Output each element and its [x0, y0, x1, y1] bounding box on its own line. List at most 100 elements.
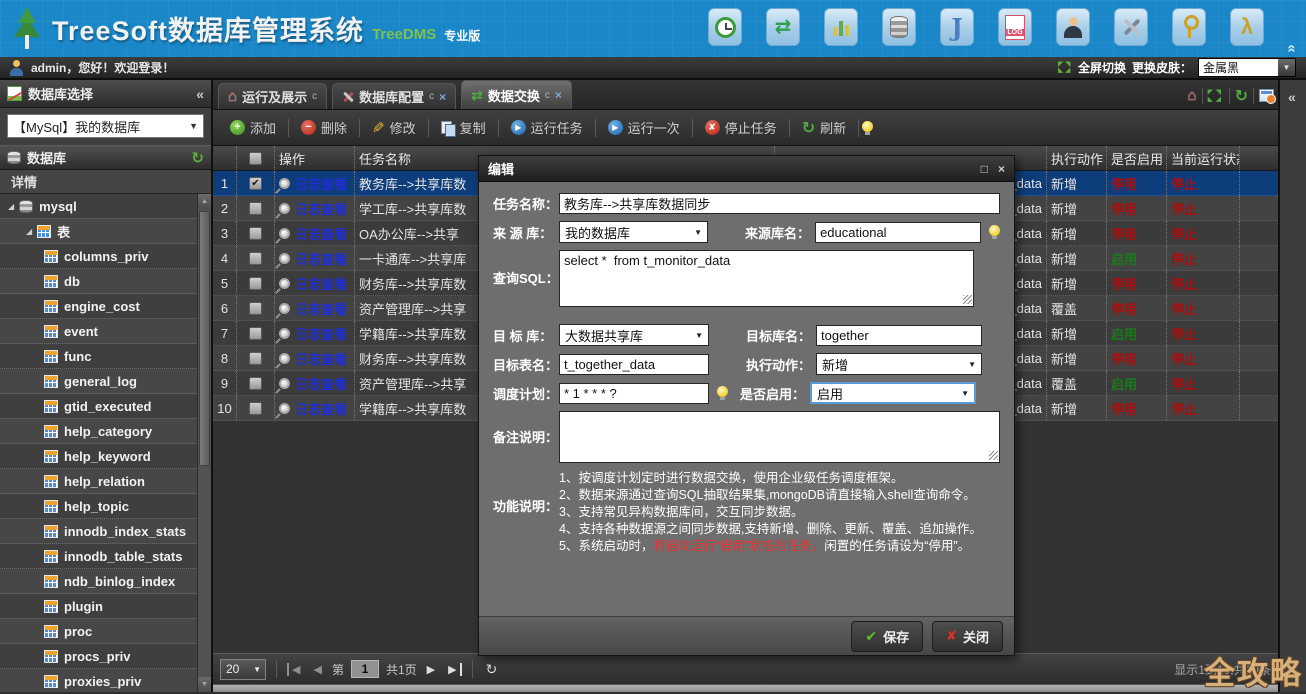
first-page-icon[interactable]: ◀ — [287, 663, 303, 676]
row-checkbox-cell[interactable] — [237, 246, 275, 270]
checkbox-icon[interactable] — [249, 227, 262, 240]
scrollbar-thumb[interactable] — [199, 211, 210, 466]
scroll-down-icon[interactable]: ▼ — [198, 677, 211, 692]
magnifier-icon[interactable] — [279, 403, 290, 414]
checkbox-icon[interactable] — [249, 252, 262, 265]
tab-menu-icon[interactable] — [1259, 89, 1274, 102]
minimize-icon[interactable]: □ — [981, 162, 988, 176]
header-enabled[interactable]: 是否启用 — [1107, 146, 1167, 170]
source-db-select[interactable]: 我的数据库 ▼ — [559, 221, 708, 243]
checkbox-icon[interactable] — [249, 377, 262, 390]
magnifier-icon[interactable] — [279, 328, 290, 339]
tree-node-innodb_index_stats[interactable]: innodb_index_stats — [0, 519, 197, 544]
fullscreen-icon[interactable]: ◤◥◣◢ — [1058, 62, 1072, 74]
toolbar-添加-button[interactable]: +添加 — [221, 114, 285, 141]
tree-node-innodb_table_stats[interactable]: innodb_table_stats — [0, 544, 197, 569]
page-size-select[interactable]: 20 ▼ — [220, 659, 266, 680]
row-checkbox-cell[interactable] — [237, 296, 275, 320]
data-exchange-icon[interactable]: ⇄ — [766, 8, 800, 46]
tree-node-help_relation[interactable]: help_relation — [0, 469, 197, 494]
hint-bulb-icon[interactable] — [989, 225, 1000, 239]
log-view-link[interactable]: 日志查看 — [295, 399, 347, 418]
tree-node-func[interactable]: func — [0, 344, 197, 369]
log-view-link[interactable]: 日志查看 — [295, 199, 347, 218]
toolbar-停止任务-button[interactable]: ✘停止任务 — [696, 114, 786, 141]
checkbox-icon[interactable]: ✔ — [249, 177, 262, 190]
tab-refresh-icon[interactable]: c — [312, 91, 317, 102]
checkbox-icon[interactable] — [249, 352, 262, 365]
fullscreen-toggle[interactable]: 全屏切换 — [1078, 59, 1126, 76]
target-db-name-input[interactable] — [816, 325, 982, 346]
tree-node-gtid_executed[interactable]: gtid_executed — [0, 394, 197, 419]
tree-node-mysql[interactable]: ◢mysql — [0, 194, 197, 219]
refresh-icon[interactable]: ↻ — [191, 149, 204, 167]
log-view-link[interactable]: 日志查看 — [295, 224, 347, 243]
database-icon[interactable] — [882, 8, 916, 46]
row-checkbox-cell[interactable] — [237, 221, 275, 245]
tree-node-help_topic[interactable]: help_topic — [0, 494, 197, 519]
log-view-link[interactable]: 日志查看 — [295, 249, 347, 268]
tree-node-plugin[interactable]: plugin — [0, 594, 197, 619]
right-panel-collapse-icon[interactable]: « — [1288, 89, 1296, 105]
chart-icon[interactable] — [824, 8, 858, 46]
tree-node-ndb_binlog_index[interactable]: ndb_binlog_index — [0, 569, 197, 594]
tree-node-columns_priv[interactable]: columns_priv — [0, 244, 197, 269]
schedule-bulb-icon[interactable] — [717, 386, 728, 400]
resize-grip-icon[interactable] — [989, 451, 998, 460]
tip-bulb-icon[interactable] — [862, 121, 873, 135]
magnifier-icon[interactable] — [279, 253, 290, 264]
toolbar-修改-button[interactable]: ✎修改 — [363, 114, 425, 141]
online-user-icon[interactable]: λ — [1230, 8, 1264, 46]
sql-textarea[interactable]: select * from t_monitor_data — [559, 250, 974, 307]
magnifier-icon[interactable] — [279, 353, 290, 364]
checkbox-icon[interactable] — [249, 302, 262, 315]
log-view-link[interactable]: 日志查看 — [295, 274, 347, 293]
close-icon[interactable]: × — [998, 162, 1005, 176]
toolbar-复制-button[interactable]: 复制 — [432, 114, 495, 141]
row-checkbox-cell[interactable]: ✔ — [237, 171, 275, 195]
target-table-input[interactable] — [559, 354, 709, 375]
expand-tabs-icon[interactable]: ◤◥◣◢ — [1208, 89, 1224, 103]
java-icon[interactable]: J — [940, 8, 974, 46]
row-checkbox-cell[interactable] — [237, 371, 275, 395]
user-manage-icon[interactable] — [1056, 8, 1090, 46]
toolbar-运行任务-button[interactable]: ▶运行任务 — [502, 114, 592, 141]
monitor-clock-icon[interactable] — [708, 8, 742, 46]
log-view-link[interactable]: 日志查看 — [295, 349, 347, 368]
row-checkbox-cell[interactable] — [237, 396, 275, 420]
source-db-name-input[interactable] — [815, 222, 981, 243]
skin-select[interactable]: 金属黑 ▼ — [1198, 58, 1296, 77]
reload-icon[interactable]: ↻ — [483, 661, 501, 678]
last-page-icon[interactable]: ▶ — [445, 663, 461, 676]
save-button[interactable]: ✔ 保存 — [851, 621, 923, 652]
log-view-link[interactable]: 日志查看 — [295, 324, 347, 343]
tree-node-proc[interactable]: proc — [0, 619, 197, 644]
close-button[interactable]: ✘ 关闭 — [932, 621, 1003, 652]
tab-数据库配置[interactable]: 数据库配置c× — [332, 83, 456, 109]
horizontal-scrollbar[interactable] — [213, 684, 1278, 692]
tree-node-help_category[interactable]: help_category — [0, 419, 197, 444]
task-name-input[interactable] — [559, 193, 1000, 214]
scroll-up-icon[interactable]: ▲ — [198, 194, 211, 209]
tree-node-db[interactable]: db — [0, 269, 197, 294]
next-page-icon[interactable]: ▶ — [424, 663, 438, 676]
checkbox-icon[interactable] — [249, 152, 262, 165]
log-view-link[interactable]: 日志查看 — [295, 299, 347, 318]
dialog-titlebar[interactable]: 编辑 □ × — [479, 156, 1014, 182]
tree-node-event[interactable]: event — [0, 319, 197, 344]
tools-icon[interactable] — [1114, 8, 1148, 46]
tree-node-help_keyword[interactable]: help_keyword — [0, 444, 197, 469]
tab-数据交换[interactable]: ⇄数据交换c× — [461, 80, 572, 109]
schedule-input[interactable] — [559, 383, 709, 404]
row-checkbox-cell[interactable] — [237, 196, 275, 220]
magnifier-icon[interactable] — [279, 228, 290, 239]
database-select[interactable]: 【MySql】我的数据库 ▼ — [7, 114, 204, 138]
refresh-tab-icon[interactable]: ↻ — [1235, 86, 1248, 106]
toolbar-刷新-button[interactable]: ↻刷新 — [793, 114, 855, 142]
banner-collapse-icon[interactable]: « — [1283, 44, 1300, 52]
checkbox-icon[interactable] — [249, 402, 262, 415]
row-checkbox-cell[interactable] — [237, 346, 275, 370]
enable-select[interactable]: 启用 ▼ — [810, 382, 976, 404]
home-icon[interactable]: ⌂ — [1188, 88, 1197, 103]
header-status[interactable]: 当前运行状态 — [1167, 146, 1240, 170]
